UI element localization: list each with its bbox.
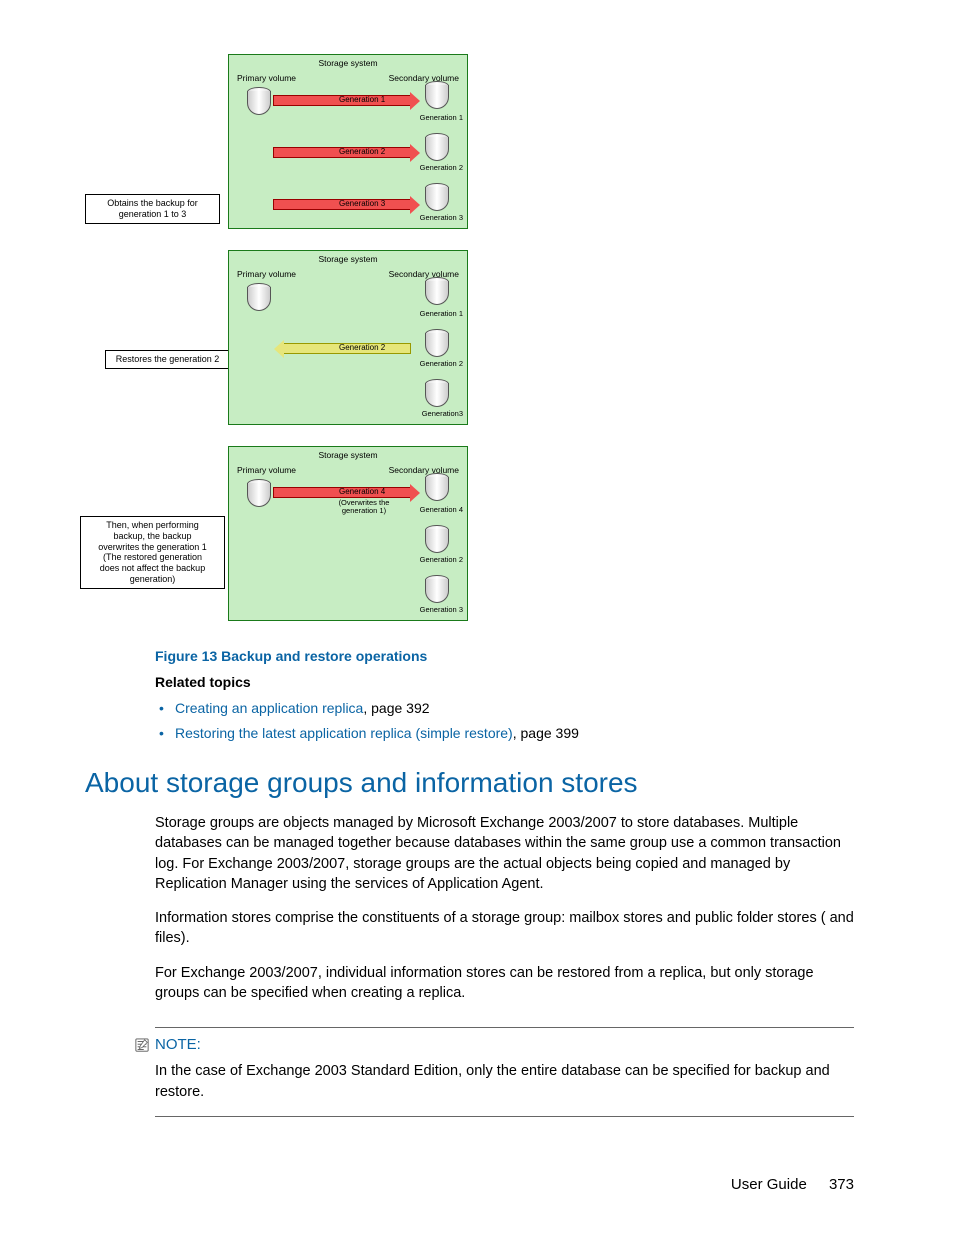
arrow-label: Generation 2 bbox=[339, 147, 385, 156]
cylinder-icon bbox=[247, 479, 271, 507]
generation-label: Generation 2 bbox=[420, 163, 463, 172]
related-topic-link[interactable]: Restoring the latest application replica… bbox=[175, 725, 513, 741]
cylinder-icon bbox=[425, 81, 449, 109]
diagram-caption: Obtains the backup for generation 1 to 3 bbox=[85, 194, 220, 224]
page: Obtains the backup for generation 1 to 3… bbox=[0, 0, 954, 1235]
footer-doc-title: User Guide bbox=[731, 1176, 807, 1193]
generation-label: Generation 3 bbox=[420, 605, 463, 614]
generation-label: Generation 1 bbox=[420, 113, 463, 122]
note-heading: NOTE: bbox=[135, 1036, 854, 1053]
overwrite-note: (Overwrites the generation 1) bbox=[329, 499, 399, 516]
diagram-backup-generations: Obtains the backup for generation 1 to 3… bbox=[160, 54, 854, 234]
storage-system-label: Storage system bbox=[229, 58, 467, 68]
primary-volume-label: Primary volume bbox=[237, 269, 296, 279]
generation-label: Generation 2 bbox=[420, 555, 463, 564]
section-heading: About storage groups and information sto… bbox=[85, 767, 854, 799]
storage-system-label: Storage system bbox=[229, 450, 467, 460]
footer-page-number: 373 bbox=[829, 1176, 854, 1193]
diagram-restore-generation: Restores the generation 2 Storage system… bbox=[160, 250, 854, 430]
related-topic-suffix: , page 392 bbox=[363, 700, 429, 716]
arrow-label: Generation 4 bbox=[339, 487, 385, 496]
figure-diagrams: Obtains the backup for generation 1 to 3… bbox=[160, 54, 854, 626]
cylinder-icon bbox=[247, 283, 271, 311]
related-topic-link[interactable]: Creating an application replica bbox=[175, 700, 363, 716]
generation-label: Generation 4 bbox=[420, 505, 463, 514]
storage-system-box: Storage system Primary volume Secondary … bbox=[228, 446, 468, 621]
cylinder-icon bbox=[425, 473, 449, 501]
generation-label: Generation3 bbox=[422, 409, 463, 418]
page-footer: User Guide 373 bbox=[731, 1176, 854, 1193]
related-topic-item: Creating an application replica, page 39… bbox=[175, 696, 854, 721]
note-block: NOTE: In the case of Exchange 2003 Stand… bbox=[155, 1027, 854, 1117]
paragraph: Storage groups are objects managed by Mi… bbox=[155, 813, 854, 894]
cylinder-icon bbox=[425, 329, 449, 357]
related-topic-item: Restoring the latest application replica… bbox=[175, 721, 854, 746]
body-content: Figure 13 Backup and restore operations … bbox=[155, 648, 854, 1117]
related-topics-list: Creating an application replica, page 39… bbox=[155, 696, 854, 745]
diagram-caption: Then, when performing backup, the backup… bbox=[80, 516, 225, 589]
generation-label: Generation 1 bbox=[420, 309, 463, 318]
diagram-overwrite-generation: Then, when performing backup, the backup… bbox=[160, 446, 854, 626]
note-label: NOTE: bbox=[155, 1036, 201, 1053]
arrow-label: Generation 1 bbox=[339, 95, 385, 104]
cylinder-icon bbox=[425, 379, 449, 407]
diagram-caption: Restores the generation 2 bbox=[105, 350, 230, 369]
paragraph: For Exchange 2003/2007, individual infor… bbox=[155, 963, 854, 1004]
cylinder-icon bbox=[425, 277, 449, 305]
primary-volume-label: Primary volume bbox=[237, 73, 296, 83]
cylinder-icon bbox=[425, 183, 449, 211]
note-text: In the case of Exchange 2003 Standard Ed… bbox=[155, 1061, 854, 1102]
note-icon bbox=[135, 1038, 149, 1052]
generation-label: Generation 3 bbox=[420, 213, 463, 222]
related-topics-heading: Related topics bbox=[155, 674, 854, 690]
cylinder-icon bbox=[425, 133, 449, 161]
figure-caption: Figure 13 Backup and restore operations bbox=[155, 648, 854, 664]
storage-system-box: Storage system Primary volume Secondary … bbox=[228, 54, 468, 229]
related-topic-suffix: , page 399 bbox=[513, 725, 579, 741]
storage-system-label: Storage system bbox=[229, 254, 467, 264]
generation-label: Generation 2 bbox=[420, 359, 463, 368]
arrow-label: Generation 3 bbox=[339, 199, 385, 208]
storage-system-box: Storage system Primary volume Secondary … bbox=[228, 250, 468, 425]
arrow-label: Generation 2 bbox=[339, 343, 385, 352]
cylinder-icon bbox=[425, 575, 449, 603]
paragraph: Information stores comprise the constitu… bbox=[155, 908, 854, 949]
cylinder-icon bbox=[425, 525, 449, 553]
primary-volume-label: Primary volume bbox=[237, 465, 296, 475]
cylinder-icon bbox=[247, 87, 271, 115]
